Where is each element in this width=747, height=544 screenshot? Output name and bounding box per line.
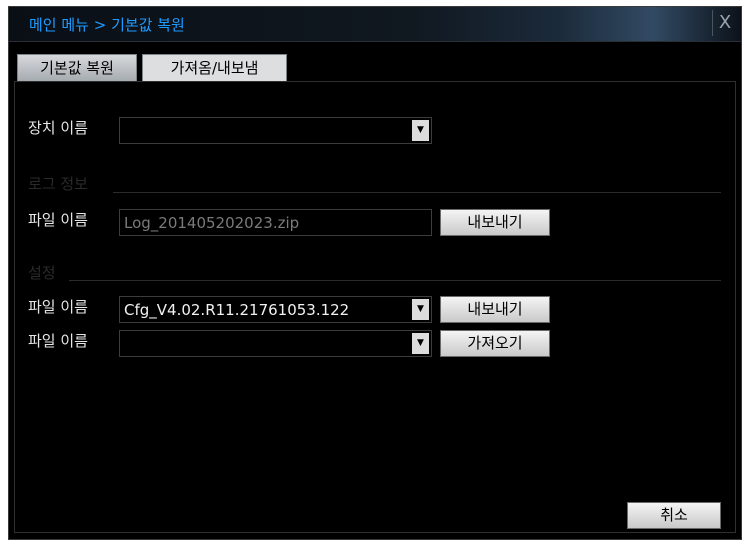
dialog-title: 메인 메뉴 > 기본값 복원 <box>29 16 185 34</box>
config-export-file-label: 파일 이름 <box>28 298 88 316</box>
config-export-file-value: Cfg_V4.02.R11.21761053.122 <box>124 301 350 319</box>
close-icon[interactable]: X <box>712 10 737 36</box>
chevron-down-icon[interactable]: ▼ <box>412 299 429 320</box>
title-bar: 메인 메뉴 > 기본값 복원 X <box>9 7 741 42</box>
log-file-name-label: 파일 이름 <box>28 211 88 229</box>
config-export-button[interactable]: 내보내기 <box>440 296 550 323</box>
config-import-file-label: 파일 이름 <box>28 332 88 350</box>
config-export-file-select[interactable]: Cfg_V4.02.R11.21761053.122 ▼ <box>119 296 432 323</box>
chevron-down-icon[interactable]: ▼ <box>412 333 429 354</box>
device-name-select[interactable]: ▼ <box>119 117 432 144</box>
import-export-panel: 장치 이름 ▼ 로그 정보 파일 이름 Log_201405202023.zip… <box>14 81 736 533</box>
log-file-name-field: Log_201405202023.zip <box>119 209 432 236</box>
cancel-button[interactable]: 취소 <box>627 502 721 529</box>
chevron-down-icon[interactable]: ▼ <box>412 120 429 141</box>
log-file-name-value: Log_201405202023.zip <box>124 214 300 232</box>
log-info-divider <box>113 192 721 193</box>
config-import-file-select[interactable]: ▼ <box>119 330 432 357</box>
tab-restore-defaults[interactable]: 기본값 복원 <box>17 54 137 82</box>
settings-section-title: 설정 <box>28 264 56 282</box>
config-import-button[interactable]: 가져오기 <box>440 330 550 357</box>
settings-divider <box>69 280 721 281</box>
log-info-section-title: 로그 정보 <box>28 175 88 193</box>
device-name-label: 장치 이름 <box>28 119 88 137</box>
restore-defaults-dialog: 메인 메뉴 > 기본값 복원 X 기본값 복원 가져옴/내보냄 장치 이름 ▼ … <box>8 6 742 540</box>
tab-import-export[interactable]: 가져옴/내보냄 <box>142 54 287 82</box>
log-export-button[interactable]: 내보내기 <box>440 209 550 236</box>
